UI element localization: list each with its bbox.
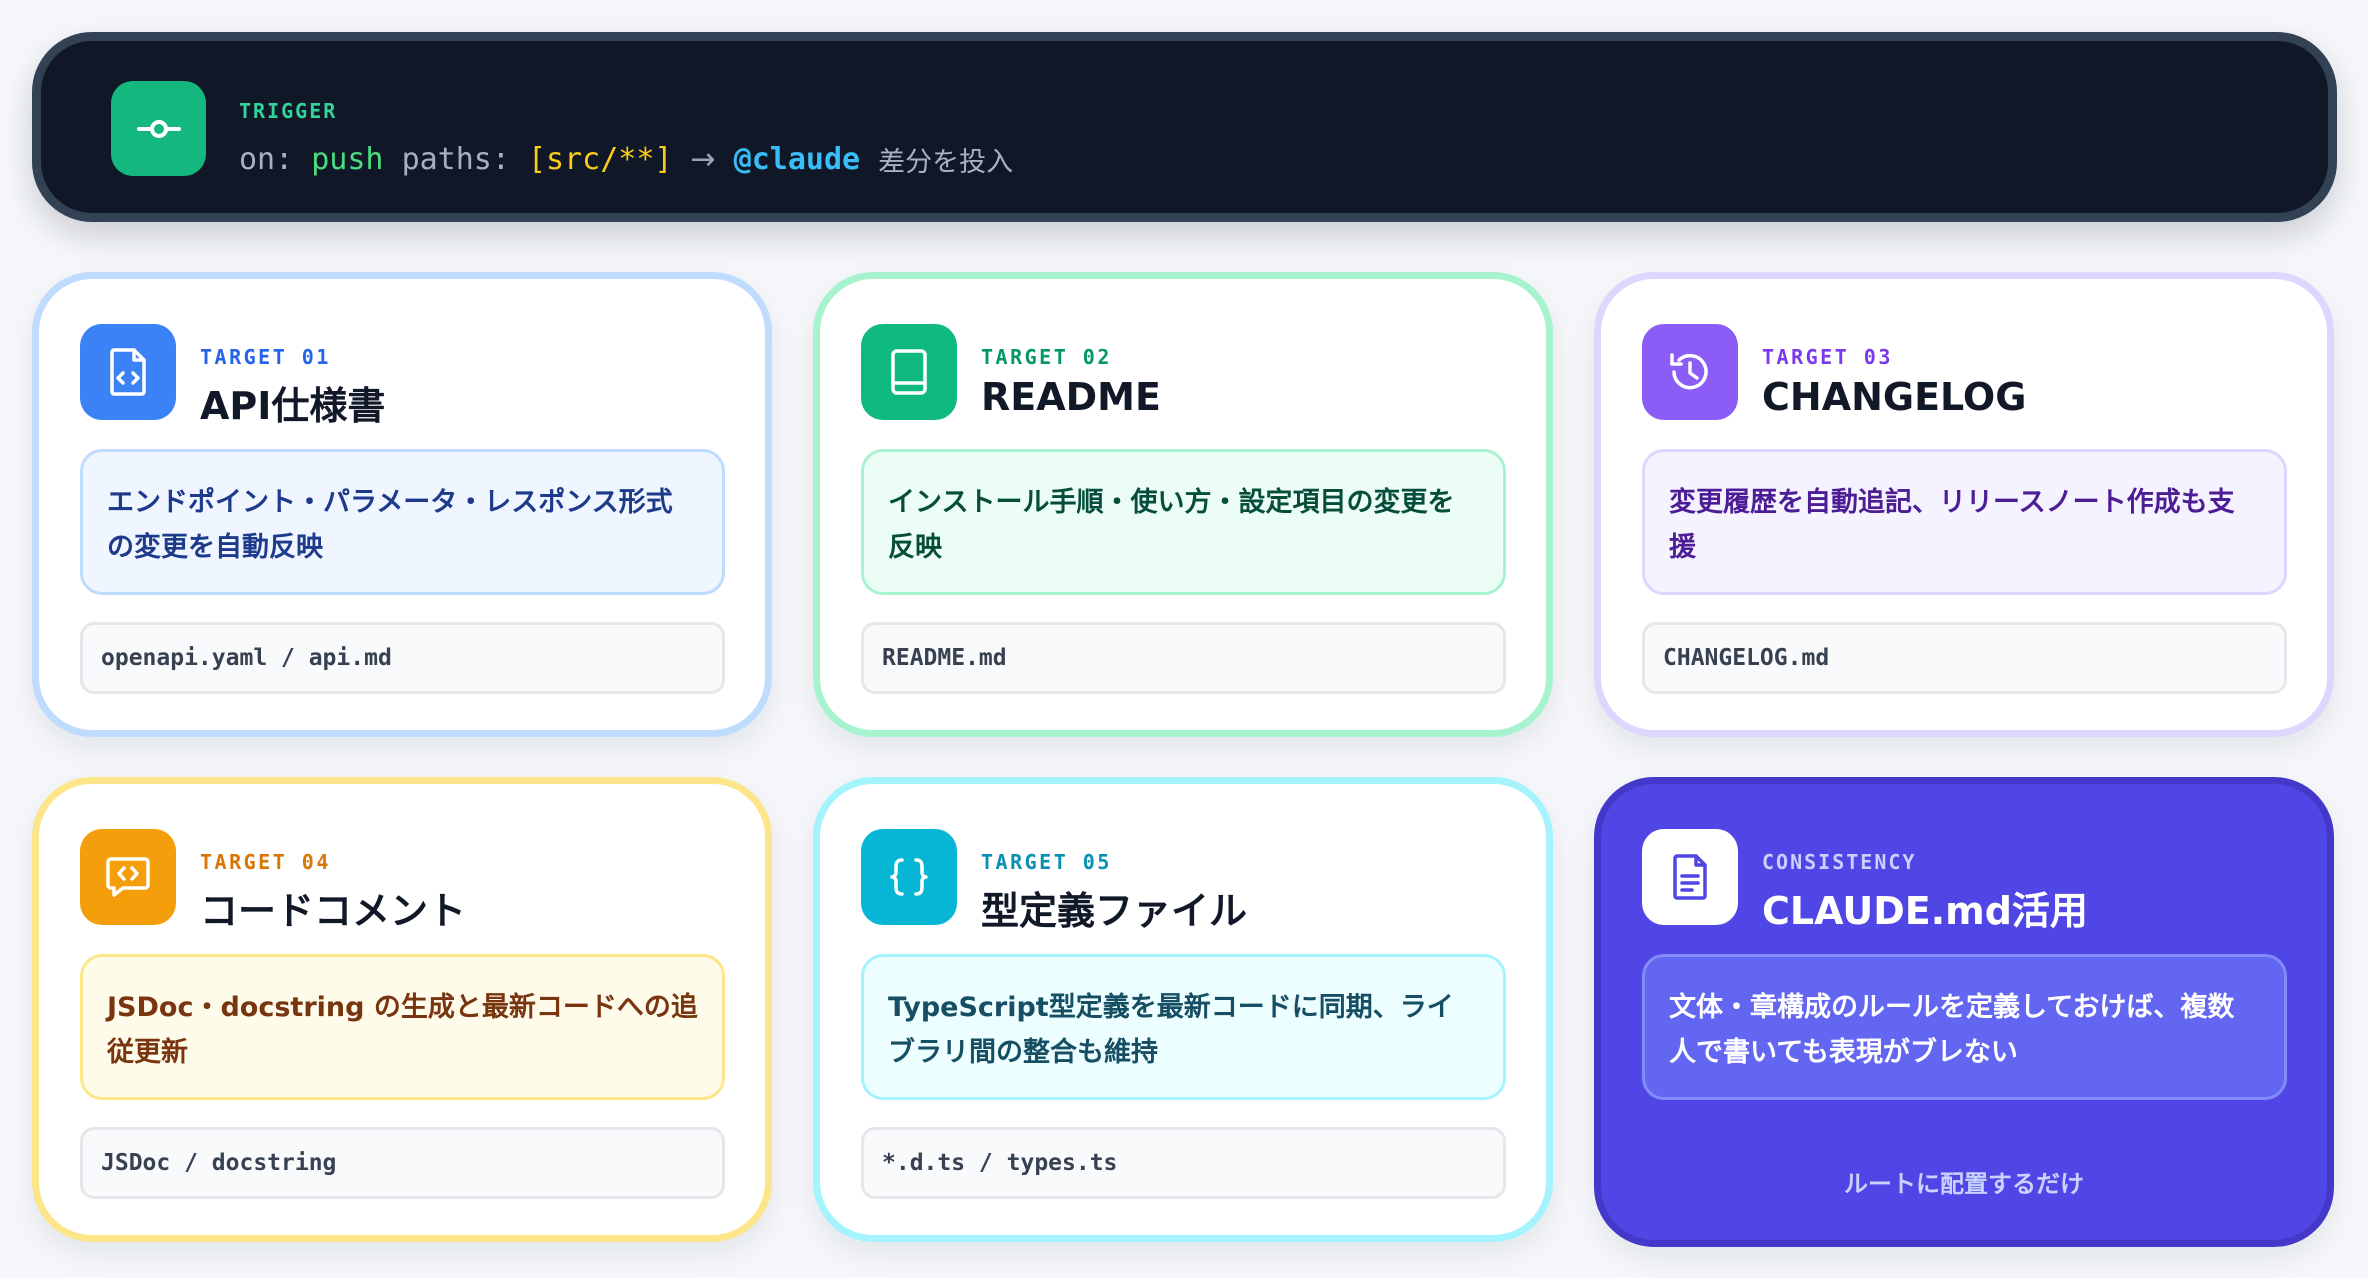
book-icon — [861, 324, 957, 420]
consistency-footnote: ルートに配置するだけ — [1844, 1170, 2084, 1198]
comment-code-icon — [80, 829, 176, 925]
card-tag: TARGET 03 — [1762, 345, 1893, 369]
target-card-changelog: TARGET 03 CHANGELOG 変更履歴を自動追記、リリースノート作成も… — [1594, 272, 2334, 737]
claude-mention: @claude — [733, 141, 861, 177]
card-description: インストール手順・使い方・設定項目の変更を反映 — [861, 449, 1506, 595]
trigger-action: 差分を投入 — [878, 146, 1014, 178]
card-title: 型定義ファイル — [981, 889, 1248, 933]
commit-icon — [111, 81, 206, 176]
history-icon — [1642, 324, 1738, 420]
keyword-paths: paths: — [401, 141, 510, 177]
target-card-readme: TARGET 02 README インストール手順・使い方・設定項目の変更を反映… — [813, 272, 1553, 737]
consistency-card: CONSISTENCY CLAUDE.md活用 文体・章構成のルールを定義してお… — [1594, 777, 2334, 1247]
card-title: CHANGELOG — [1762, 375, 2027, 419]
card-description: エンドポイント・パラメータ・レスポンス形式の変更を自動反映 — [80, 449, 725, 595]
target-card-type-definitions: TARGET 05 型定義ファイル TypeScript型定義を最新コードに同期… — [813, 777, 1553, 1242]
card-tag: CONSISTENCY — [1762, 850, 1917, 874]
card-title: README — [981, 375, 1161, 419]
card-title: コードコメント — [200, 889, 467, 933]
card-description: 文体・章構成のルールを定義しておけば、複数人で書いても表現がブレない — [1642, 954, 2287, 1100]
keyword-push: push — [311, 141, 384, 177]
card-tag: TARGET 02 — [981, 345, 1112, 369]
target-card-code-comment: TARGET 04 コードコメント JSDoc・docstring の生成と最新… — [32, 777, 772, 1242]
document-icon — [1642, 829, 1738, 925]
card-tag: TARGET 05 — [981, 850, 1112, 874]
trigger-label: TRIGGER — [239, 99, 338, 123]
card-title: API仕様書 — [200, 384, 386, 428]
card-file-path: CHANGELOG.md — [1642, 622, 2287, 694]
card-description: TypeScript型定義を最新コードに同期、ライブラリ間の整合も維持 — [861, 954, 1506, 1100]
card-file-path: openapi.yaml / api.md — [80, 622, 725, 694]
target-card-api-spec: TARGET 01 API仕様書 エンドポイント・パラメータ・レスポンス形式の変… — [32, 272, 772, 737]
card-description: 変更履歴を自動追記、リリースノート作成も支援 — [1642, 449, 2287, 595]
card-title: CLAUDE.md活用 — [1762, 889, 2088, 933]
card-tag: TARGET 01 — [200, 345, 331, 369]
card-file-path: JSDoc / docstring — [80, 1127, 725, 1199]
braces-icon — [861, 829, 957, 925]
arrow-icon: → — [690, 141, 716, 177]
file-code-icon — [80, 324, 176, 420]
trigger-bar: TRIGGER on: push paths: [src/**] → @clau… — [32, 32, 2337, 222]
paths-value: [src/**] — [528, 141, 673, 177]
keyword-on: on: — [239, 141, 294, 177]
card-description: JSDoc・docstring の生成と最新コードへの追従更新 — [80, 954, 725, 1100]
card-file-path: README.md — [861, 622, 1506, 694]
card-file-path: *.d.ts / types.ts — [861, 1127, 1506, 1199]
card-tag: TARGET 04 — [200, 850, 331, 874]
trigger-rule: on: push paths: [src/**] → @claude 差分を投入 — [239, 139, 1013, 179]
